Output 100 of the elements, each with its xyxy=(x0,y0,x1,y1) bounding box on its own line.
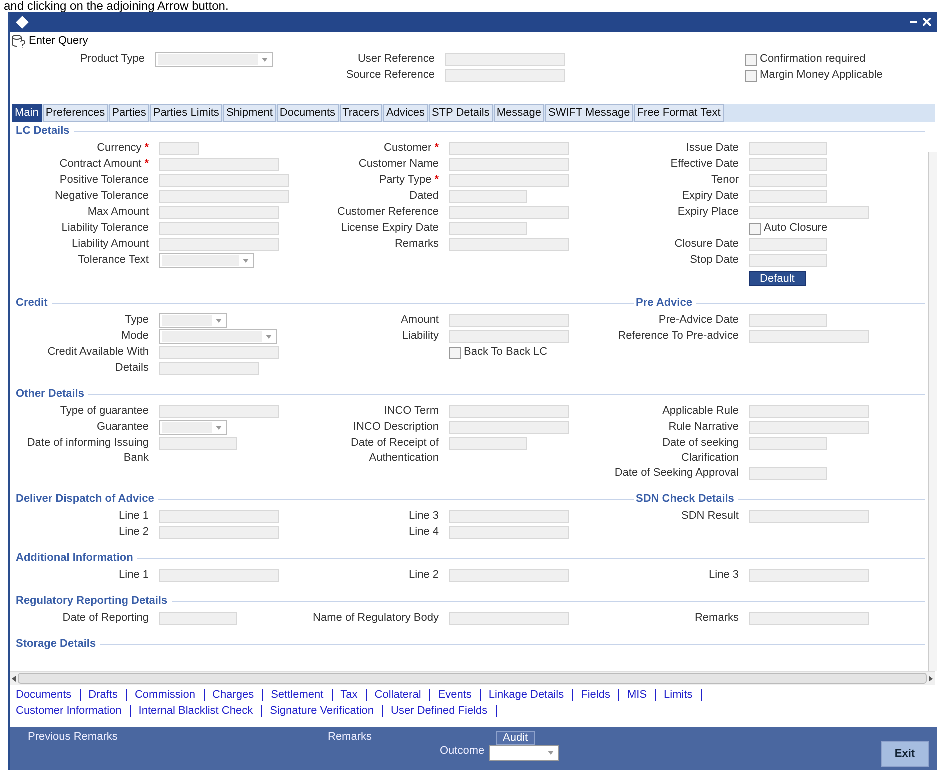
tab[interactable]: STP Details xyxy=(428,104,493,122)
close-icon[interactable] xyxy=(923,18,931,26)
tab[interactable]: Shipment xyxy=(223,104,276,122)
input-field[interactable] xyxy=(749,510,869,523)
link[interactable]: Charges xyxy=(204,689,264,701)
input-field[interactable] xyxy=(749,405,869,418)
input-field[interactable] xyxy=(449,330,569,343)
scrollbar[interactable] xyxy=(10,671,935,685)
input-field[interactable] xyxy=(749,174,827,187)
input-field[interactable] xyxy=(449,421,569,434)
checkbox[interactable] xyxy=(449,346,461,358)
caret-icon xyxy=(266,334,272,338)
input-field[interactable] xyxy=(449,142,569,155)
input-field[interactable] xyxy=(159,526,279,539)
input-field[interactable] xyxy=(749,142,827,155)
input-field[interactable] xyxy=(449,314,569,327)
input-field[interactable] xyxy=(449,174,569,187)
input-field[interactable] xyxy=(749,190,827,203)
default-button[interactable]: Default xyxy=(749,271,806,286)
input-field[interactable] xyxy=(749,206,869,219)
tab[interactable]: Parties Limits xyxy=(150,104,222,122)
input-field[interactable] xyxy=(449,569,569,582)
tab[interactable]: Advices xyxy=(383,104,428,122)
tab[interactable]: Free Format Text xyxy=(634,104,724,122)
input-field[interactable] xyxy=(159,362,259,375)
tab[interactable]: Tracers xyxy=(340,104,382,122)
input-field[interactable] xyxy=(449,206,569,219)
link[interactable]: Linkage Details xyxy=(480,689,574,701)
input-field[interactable] xyxy=(449,158,569,171)
input-field[interactable] xyxy=(749,254,827,267)
input-field[interactable] xyxy=(449,222,527,235)
checkbox[interactable] xyxy=(745,70,757,82)
scrollbar[interactable] xyxy=(928,152,937,671)
link[interactable]: Collateral xyxy=(366,689,430,701)
input-field[interactable] xyxy=(159,190,289,203)
link[interactable]: Commission xyxy=(126,689,204,701)
tab[interactable]: Documents xyxy=(276,104,339,122)
tab[interactable]: Parties xyxy=(109,104,150,122)
tab[interactable]: Message xyxy=(494,104,544,122)
input-field[interactable] xyxy=(449,510,569,523)
input-field[interactable] xyxy=(159,142,199,155)
checkbox[interactable] xyxy=(745,54,757,66)
input-field[interactable] xyxy=(159,158,279,171)
input-field[interactable] xyxy=(159,405,279,418)
checkbox-option[interactable]: Margin Money Applicable xyxy=(745,68,920,83)
dropdown-field[interactable] xyxy=(159,253,254,268)
input-field[interactable] xyxy=(749,238,827,251)
checkbox-option[interactable]: Auto Closure xyxy=(749,221,924,236)
input-field[interactable] xyxy=(159,510,279,523)
input-field[interactable] xyxy=(449,437,527,450)
outcome-dropdown[interactable] xyxy=(488,745,559,761)
input-field[interactable] xyxy=(159,206,279,219)
input-field[interactable] xyxy=(159,174,289,187)
input-field[interactable] xyxy=(449,405,569,418)
input-field[interactable] xyxy=(749,158,827,171)
link[interactable]: Signature Verification xyxy=(262,705,384,717)
input-field[interactable] xyxy=(449,190,527,203)
input-field[interactable] xyxy=(445,69,565,82)
input-field[interactable] xyxy=(749,421,869,434)
minimize-icon[interactable] xyxy=(910,21,917,23)
input-field[interactable] xyxy=(159,569,279,582)
input-field[interactable] xyxy=(449,238,569,251)
checkbox-option[interactable]: Back To Back LC xyxy=(449,345,604,360)
dropdown-field[interactable] xyxy=(155,52,273,67)
input-field[interactable] xyxy=(159,222,279,235)
input-field[interactable] xyxy=(749,437,827,450)
link[interactable]: Internal Blacklist Check xyxy=(130,705,262,717)
link[interactable]: Events xyxy=(430,689,481,701)
link[interactable]: Drafts xyxy=(80,689,127,701)
link[interactable]: MIS xyxy=(619,689,656,701)
link[interactable]: Fields xyxy=(573,689,620,701)
tab[interactable]: Preferences xyxy=(42,104,108,122)
link[interactable]: Documents xyxy=(16,689,81,701)
checkbox[interactable] xyxy=(749,222,761,234)
input-field[interactable] xyxy=(749,330,869,343)
dropdown-field[interactable] xyxy=(159,420,227,435)
input-field[interactable] xyxy=(449,612,569,625)
link[interactable]: Tax xyxy=(332,689,367,701)
input-field[interactable] xyxy=(159,238,279,251)
input-field[interactable] xyxy=(749,569,869,582)
audit-button[interactable]: Audit xyxy=(496,731,536,745)
input-field[interactable] xyxy=(159,437,237,450)
enter-query-button[interactable]: Enter Query xyxy=(12,34,88,48)
input-field[interactable] xyxy=(159,346,279,359)
link[interactable]: Settlement xyxy=(263,689,333,701)
input-field[interactable] xyxy=(449,526,569,539)
input-field[interactable] xyxy=(445,53,565,66)
input-field[interactable] xyxy=(749,314,827,327)
input-field[interactable] xyxy=(749,467,827,480)
input-field[interactable] xyxy=(159,612,237,625)
dropdown-field[interactable] xyxy=(159,313,227,328)
input-field[interactable] xyxy=(749,612,869,625)
exit-button[interactable]: Exit xyxy=(881,740,929,766)
dropdown-field[interactable] xyxy=(159,329,277,344)
link[interactable]: Limits xyxy=(656,689,702,701)
checkbox-option[interactable]: Confirmation required xyxy=(745,52,920,67)
tab[interactable]: Main xyxy=(12,104,42,122)
link[interactable]: User Defined Fields xyxy=(383,705,497,717)
link[interactable]: Customer Information xyxy=(16,705,131,717)
tab[interactable]: SWIFT Message xyxy=(545,104,634,122)
